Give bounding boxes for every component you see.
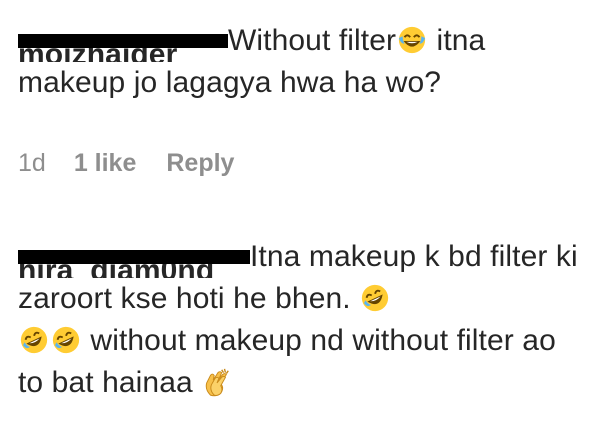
reply-button[interactable]: Reply: [166, 146, 234, 180]
comment-text: hira_diam0nd Itna makeup k bd filter ki z…: [18, 236, 588, 404]
rolling-on-floor-laughing-icon: [20, 326, 48, 354]
comment-text-part-1: Without filter: [228, 24, 397, 57]
comment-timestamp: 1d: [18, 149, 46, 177]
rolling-on-floor-laughing-icon: [52, 326, 80, 354]
comment-1: moizhaider Without filter itna makeup jo …: [18, 20, 588, 104]
comment-likes-count[interactable]: 1 like: [74, 146, 137, 180]
comment-text: moizhaider Without filter itna makeup jo …: [18, 20, 588, 104]
comment-1-meta: 1d 1 like Reply: [18, 146, 234, 180]
comment-2: hira_diam0nd Itna makeup k bd filter ki z…: [18, 236, 588, 404]
comment-username[interactable]: hira_diam0nd: [18, 236, 250, 278]
comment-text-part-2: without makeup nd without filter ao to b…: [18, 324, 556, 399]
username-redaction-bar: [18, 250, 250, 264]
clapping-hands-icon: [205, 368, 230, 397]
comment-username[interactable]: moizhaider: [18, 20, 228, 62]
face-with-tears-of-joy-icon: [399, 26, 426, 54]
username-redaction-bar: [18, 34, 228, 48]
rolling-on-floor-laughing-icon: [362, 284, 389, 312]
